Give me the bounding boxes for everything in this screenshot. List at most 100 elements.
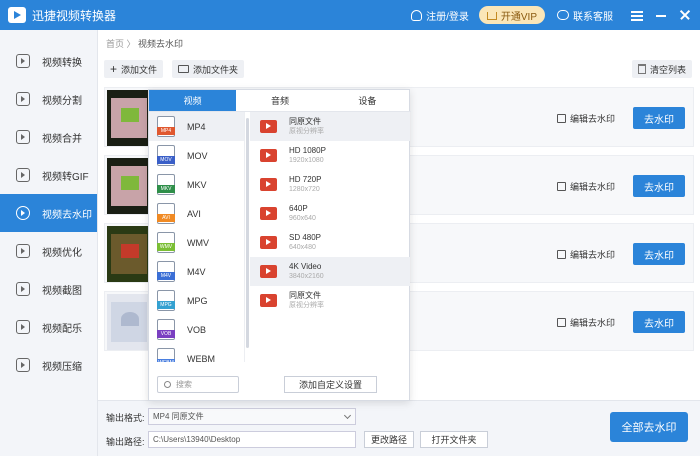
format-item-mpg[interactable]: MPG MPG [149,286,244,315]
sidebar-item-convert[interactable]: 视频转换 [0,42,97,80]
sidebar-item-optimize[interactable]: 视频优化 [0,232,97,270]
resolution-item[interactable]: 同原文件 原视分辨率 [250,286,410,315]
tab-video[interactable]: 视频 [149,90,237,111]
sidebar-item-label: 视频转换 [42,57,82,69]
login-label: 注册/登录 [426,11,469,23]
tab-audio[interactable]: 音频 [236,90,323,111]
edit-watermark-link[interactable]: 编辑去水印 [557,112,615,125]
sidebar-item-gif[interactable]: 视频转GIF [0,156,97,194]
edit-icon [557,318,566,327]
minimize-icon[interactable] [654,8,668,22]
resolution-item[interactable]: SD 480P 640x480 [250,228,410,257]
sidebar-item-music[interactable]: 视频配乐 [0,308,97,346]
add-file-button[interactable]: + 添加文件 [104,60,164,78]
sidebar-item-compress[interactable]: 视频压缩 [0,346,97,384]
chevron-down-icon [343,411,352,420]
video-file-icon [260,178,277,191]
format-label: MP4 [187,121,206,132]
search-placeholder: 搜索 [176,380,192,389]
resolution-size: 1920x1080 [289,157,324,164]
format-item-m4v[interactable]: M4V M4V [149,257,244,286]
video-merge-icon [16,130,30,144]
app-title: 迅捷视频转换器 [32,8,117,23]
sidebar-item-label: 视频去水印 [42,209,92,221]
edit-watermark-link[interactable]: 编辑去水印 [557,248,615,261]
resolution-name: HD 1080P [289,146,326,155]
output-format-select[interactable]: MP4 同原文件 [148,408,356,425]
breadcrumb-current: 视频去水印 [138,39,184,49]
output-path-label: 输出路径: [106,437,145,447]
breadcrumb-home[interactable]: 首页 [106,39,124,49]
resolution-item[interactable]: HD 1080P 1920x1080 [250,141,410,170]
format-item-webm[interactable]: WEBM WEBM [149,344,244,362]
format-item-mp4[interactable]: MP4 MP4 [149,112,244,141]
sidebar-item-merge[interactable]: 视频合并 [0,118,97,156]
resolution-size: 原视分辨率 [289,128,324,135]
remove-watermark-button[interactable]: 去水印 [633,175,685,197]
watermark-icon [16,206,30,220]
clear-list-button[interactable]: 清空列表 [632,60,693,78]
compress-icon [16,358,30,372]
resolution-item[interactable]: 同原文件 原视分辨率 [250,112,410,141]
login-link[interactable]: 注册/登录 [411,8,469,23]
edit-watermark-label: 编辑去水印 [570,114,616,124]
resolution-item[interactable]: HD 720P 1280x720 [250,170,410,199]
change-path-button[interactable]: 更改路径 [364,431,414,448]
edit-icon [557,250,566,259]
sidebar-item-label: 视频截图 [42,285,82,297]
remove-watermark-button[interactable]: 去水印 [633,107,685,129]
format-label: MPG [187,295,208,306]
resolution-item[interactable]: 640P 960x640 [250,199,410,228]
format-search-input[interactable]: 搜索 [157,376,239,393]
title-bar: 迅捷视频转换器 注册/登录 开通VIP 联系客服 [0,0,700,30]
open-folder-button[interactable]: 打开文件夹 [420,431,488,448]
output-format-label: 输出格式: [106,413,145,423]
video-convert-icon [16,54,30,68]
tab-device[interactable]: 设备 [324,90,411,111]
sidebar-item-screenshot[interactable]: 视频截图 [0,270,97,308]
remove-all-watermark-button[interactable]: 全部去水印 [610,412,688,442]
music-icon [16,320,30,334]
toolbar: + 添加文件 添加文件夹 清空列表 [98,58,700,80]
edit-watermark-label: 编辑去水印 [570,250,616,260]
title-bar-actions: 注册/登录 开通VIP 联系客服 [411,0,700,30]
format-list-scrollbar[interactable] [246,118,249,348]
output-settings-bar: 输出格式: MP4 同原文件 输出路径: C:\Users\13940\Desk… [98,400,700,456]
add-file-label: 添加文件 [121,64,158,75]
add-folder-button[interactable]: 添加文件夹 [172,60,245,78]
format-item-vob[interactable]: VOB VOB [149,315,244,344]
remove-watermark-button[interactable]: 去水印 [633,243,685,265]
resolution-size: 1280x720 [289,186,320,193]
format-item-mov[interactable]: MOV MOV [149,141,244,170]
edit-watermark-link[interactable]: 编辑去水印 [557,316,615,329]
breadcrumb: 首页 〉 视频去水印 [106,37,183,50]
support-link[interactable]: 联系客服 [557,8,613,23]
remove-watermark-button[interactable]: 去水印 [633,311,685,333]
menu-icon[interactable] [630,8,644,22]
video-file-icon [260,120,277,133]
resolution-item[interactable]: 4K Video 3840x2160 [250,257,410,286]
format-item-avi[interactable]: AVI AVI [149,199,244,228]
search-icon [164,381,171,388]
sidebar-item-label: 视频优化 [42,247,82,259]
output-format-value: MP4 同原文件 [153,412,204,421]
sidebar-item-split[interactable]: 视频分割 [0,80,97,118]
sidebar-item-watermark[interactable]: 视频去水印 [0,194,97,232]
resolution-size: 原视分辨率 [289,302,324,309]
format-item-mkv[interactable]: MKV MKV [149,170,244,199]
video-file-icon [260,149,277,162]
format-label: AVI [187,208,201,219]
video-file-icon [260,236,277,249]
close-icon[interactable] [678,8,692,22]
edit-watermark-link[interactable]: 编辑去水印 [557,180,615,193]
resolution-size: 640x480 [289,244,316,251]
vip-button[interactable]: 开通VIP [478,6,545,24]
add-custom-setting-button[interactable]: 添加自定义设置 [284,376,377,393]
mkv-file-icon: MKV [157,174,175,195]
format-item-wmv[interactable]: WMV WMV [149,228,244,257]
format-popup: 视频 音频 设备 MP4 MP4 MOV MOV MKV MKV AVI AVI WMV… [148,89,411,401]
wmv-file-icon: WMV [157,232,175,253]
output-path-field[interactable]: C:\Users\13940\Desktop [148,431,356,448]
video-thumbnail [107,158,151,214]
